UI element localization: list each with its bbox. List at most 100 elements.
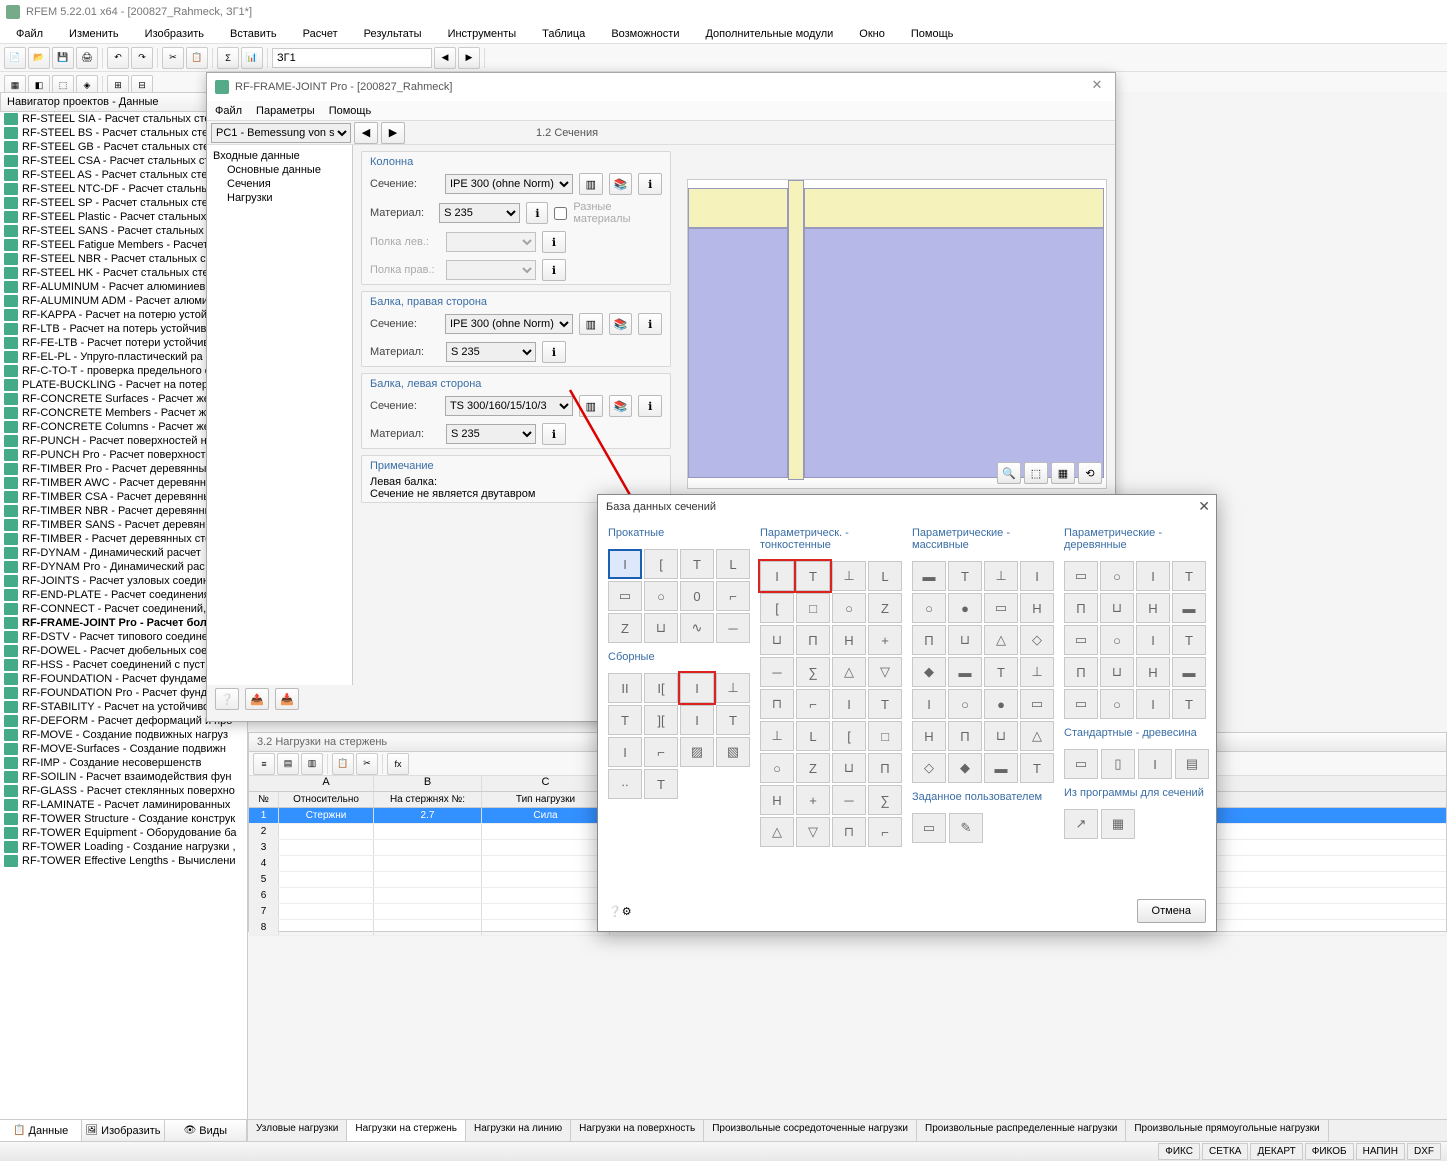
section-shape-icon[interactable]: ○ xyxy=(912,593,946,623)
info-icon[interactable]: ℹ xyxy=(526,202,548,224)
preview-tb-icon[interactable]: ▦ xyxy=(1051,462,1075,484)
status-cartesian[interactable]: ДЕКАРТ xyxy=(1250,1143,1302,1160)
section-shape-icon[interactable]: ▽ xyxy=(796,817,830,847)
std-i-icon[interactable]: I xyxy=(1138,749,1172,779)
status-grid[interactable]: СЕТКА xyxy=(1202,1143,1249,1160)
section-shape-icon[interactable]: T xyxy=(984,657,1018,687)
section-shape-icon[interactable]: ⊔ xyxy=(1100,657,1134,687)
section-shape-icon[interactable]: ⊓ xyxy=(832,817,866,847)
nav-item[interactable]: RF-GLASS - Расчет стеклянных поверхно xyxy=(0,784,247,798)
tb-cut-icon[interactable]: ✂ xyxy=(162,47,184,69)
section-shape-icon[interactable]: ⊥ xyxy=(760,721,794,751)
menu-view[interactable]: Изобразить xyxy=(133,26,216,42)
section-shape-icon[interactable]: I xyxy=(832,689,866,719)
tb-res-icon[interactable]: 📊 xyxy=(241,47,263,69)
tree-root[interactable]: Входные данные xyxy=(213,149,346,163)
pick-section-icon[interactable]: ▥ xyxy=(579,395,603,417)
section-shape-icon[interactable]: + xyxy=(868,625,902,655)
section-shape-icon[interactable]: ▭ xyxy=(1064,689,1098,719)
section-shape-icon[interactable]: ○ xyxy=(1100,561,1134,591)
section-shape-icon[interactable]: ▭ xyxy=(984,593,1018,623)
tree-item[interactable]: Нагрузки xyxy=(213,191,346,205)
section-shape-icon[interactable]: △ xyxy=(832,657,866,687)
section-shape-icon[interactable]: ⌐ xyxy=(868,817,902,847)
section-shape-icon[interactable]: H xyxy=(760,785,794,815)
tb-redo-icon[interactable]: ↷ xyxy=(131,47,153,69)
nav-item[interactable]: RF-MOVE - Создание подвижных нагруз xyxy=(0,728,247,742)
loadtab-free-conc[interactable]: Произвольные сосредоточенные нагрузки xyxy=(704,1120,917,1141)
section-shape-icon[interactable]: H xyxy=(1136,593,1170,623)
dlg-menu-params[interactable]: Параметры xyxy=(256,105,315,117)
loadtab-surface[interactable]: Нагрузки на поверхность xyxy=(571,1120,704,1141)
section-shape-icon[interactable]: ⊥ xyxy=(1020,657,1054,687)
gt-icon[interactable]: fx xyxy=(387,753,409,775)
section-shape-icon[interactable]: ▬ xyxy=(1172,657,1206,687)
section-z-icon[interactable]: Z xyxy=(608,613,642,643)
info-icon[interactable]: ℹ xyxy=(542,259,566,281)
section-shape-icon[interactable]: Π xyxy=(948,721,982,751)
section-2c-icon[interactable]: ][ xyxy=(644,705,678,735)
section-xx-icon[interactable]: ▨ xyxy=(680,737,714,767)
section-shape-icon[interactable]: ○ xyxy=(760,753,794,783)
section-tt-icon[interactable]: T xyxy=(608,705,642,735)
section-shape-icon[interactable]: ▬ xyxy=(1172,593,1206,623)
section-shape-icon[interactable]: I xyxy=(760,561,794,591)
section-shape-icon[interactable]: ▬ xyxy=(984,753,1018,783)
section-shape-icon[interactable]: H xyxy=(1136,657,1170,687)
loadtab-nodal[interactable]: Узловые нагрузки xyxy=(248,1120,347,1141)
case-next-icon[interactable]: ▶ xyxy=(381,122,405,144)
section-shape-icon[interactable]: Z xyxy=(796,753,830,783)
dlg-titlebar[interactable]: RF-FRAME-JOINT Pro - [200827_Rahmeck] ✕ xyxy=(207,73,1115,101)
section-shape-icon[interactable]: Z xyxy=(868,593,902,623)
section-shape-icon[interactable]: H xyxy=(1020,593,1054,623)
section-shape-icon[interactable]: I xyxy=(1020,561,1054,591)
library-icon[interactable]: 📚 xyxy=(609,395,633,417)
section-t-icon[interactable]: T xyxy=(680,549,714,579)
section-shape-icon[interactable]: Π xyxy=(1064,657,1098,687)
section-u-icon[interactable]: ⊔ xyxy=(644,613,678,643)
info-icon[interactable]: ℹ xyxy=(638,313,662,335)
close-icon[interactable]: ✕ xyxy=(1198,498,1210,515)
section-shape-icon[interactable]: [ xyxy=(832,721,866,751)
menu-window[interactable]: Окно xyxy=(847,26,897,42)
dlg-menu-help[interactable]: Помощь xyxy=(329,105,372,117)
section-shape-icon[interactable]: ⊔ xyxy=(832,753,866,783)
section-it-icon[interactable]: ⊥ xyxy=(716,673,750,703)
section-shape-icon[interactable]: T xyxy=(1172,561,1206,591)
menu-calc[interactable]: Расчет xyxy=(291,26,350,42)
navtab-views[interactable]: 👁 Виды xyxy=(165,1120,247,1141)
model-combo[interactable] xyxy=(272,48,432,68)
section-shape-icon[interactable]: ⊔ xyxy=(984,721,1018,751)
section-w-icon[interactable]: ∿ xyxy=(680,613,714,643)
section-oval-icon[interactable]: 0 xyxy=(680,581,714,611)
std-box-icon[interactable]: ▯ xyxy=(1101,749,1135,779)
section-ic-icon[interactable]: I[ xyxy=(644,673,678,703)
std-t-icon[interactable]: ▤ xyxy=(1175,749,1209,779)
section-li-icon[interactable]: ⌐ xyxy=(644,737,678,767)
section-shape-icon[interactable]: Π xyxy=(912,625,946,655)
tree-item[interactable]: Сечения xyxy=(213,177,346,191)
section-xy-icon[interactable]: ▧ xyxy=(716,737,750,767)
pick-section-icon[interactable]: ▥ xyxy=(579,173,603,195)
case-prev-icon[interactable]: ◀ xyxy=(354,122,378,144)
section-shape-icon[interactable]: I xyxy=(1136,625,1170,655)
library-icon[interactable]: 📚 xyxy=(609,313,633,335)
main-menu[interactable]: Файл Изменить Изобразить Вставить Расчет… xyxy=(0,24,1447,44)
tb-copy-icon[interactable]: 📋 xyxy=(186,47,208,69)
menu-edit[interactable]: Изменить xyxy=(57,26,131,42)
nav-item[interactable]: RF-TOWER Loading - Создание нагрузки , xyxy=(0,840,247,854)
section-shape-icon[interactable]: ○ xyxy=(1100,625,1134,655)
tb-print-icon[interactable]: 🖨 xyxy=(76,47,98,69)
info-icon[interactable]: ℹ xyxy=(638,173,662,195)
section-box-icon[interactable]: ▭ xyxy=(608,581,642,611)
preview-tb-icon[interactable]: ⬚ xyxy=(1024,462,1048,484)
section-bi-icon[interactable]: I xyxy=(608,737,642,767)
section-shape-icon[interactable]: △ xyxy=(984,625,1018,655)
section-shape-icon[interactable]: Π xyxy=(1064,593,1098,623)
dlg-export-icon[interactable]: 📤 xyxy=(245,688,269,710)
gt-icon[interactable]: ▥ xyxy=(301,753,323,775)
nav-item[interactable]: RF-TOWER Equipment - Оборудование ба xyxy=(0,826,247,840)
info-icon[interactable]: ℹ xyxy=(638,395,662,417)
column-section-select[interactable]: IPE 300 (ohne Norm) xyxy=(445,174,573,194)
section-shape-icon[interactable]: I xyxy=(1136,689,1170,719)
